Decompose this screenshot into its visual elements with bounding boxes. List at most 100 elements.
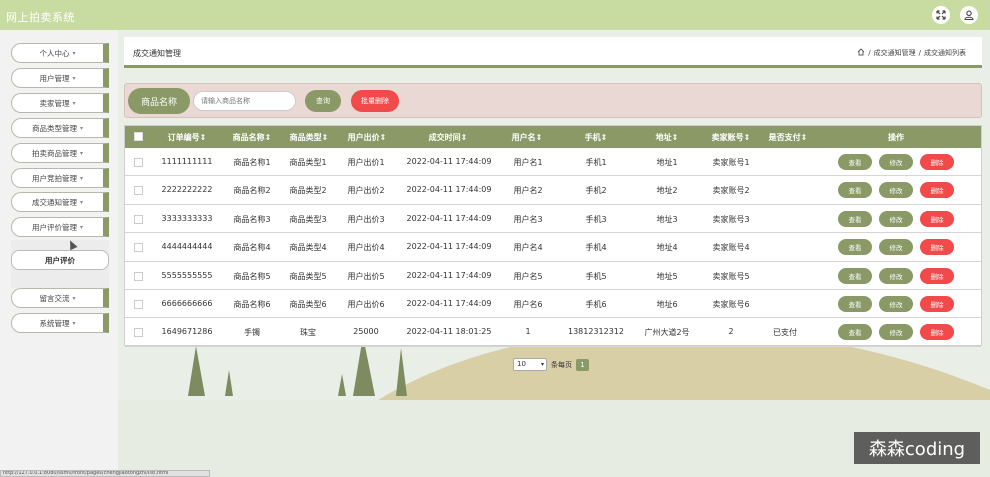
cell-phone: 手机2: [585, 186, 607, 196]
delete-button[interactable]: 删除: [920, 210, 954, 227]
row-checkbox[interactable]: [134, 186, 143, 196]
col-product-type[interactable]: 商品类型⇕: [284, 132, 334, 143]
cell-address: 地址1: [656, 158, 678, 167]
table-header: 订单编号⇕ 商品名称⇕ 商品类型⇕ 用户出价⇕ 成交时间⇕ 用户名⇕ 手机⇕ 地…: [125, 126, 981, 148]
view-button[interactable]: 查看: [838, 154, 872, 170]
cell-username: 用户名1: [513, 158, 543, 167]
chevron-down-icon: ▾: [79, 198, 83, 206]
cell-phone: 手机4: [585, 243, 607, 253]
row-checkbox[interactable]: [134, 158, 143, 167]
sidebar-item-deal-notice-management[interactable]: 成交通知管理 ▾: [11, 192, 109, 212]
view-button[interactable]: 查看: [838, 182, 872, 199]
view-button[interactable]: 查看: [838, 324, 872, 341]
cell-product-type: 珠宝: [300, 328, 316, 338]
sidebar-item-user-review-management[interactable]: 用户评价管理 ▾: [11, 217, 109, 237]
sidebar-item-user-bid-management[interactable]: 用户竞拍管理 ▾: [11, 168, 109, 188]
table-row: 1649671286 手镯 珠宝 25000 2022-04-11 18:01:25 1 1…: [125, 318, 981, 347]
row-checkbox[interactable]: [134, 300, 143, 309]
edit-button[interactable]: 修改: [879, 239, 913, 256]
sidebar: 个人中心 ▾ 用户管理 ▾ 卖家管理 ▾ 商品类型管理 ▾ 拍卖商品管理 ▾ 用户竞拍管理…: [0, 30, 118, 477]
row-checkbox[interactable]: [134, 214, 143, 224]
col-address[interactable]: 地址⇕: [647, 132, 687, 143]
edit-button[interactable]: 修改: [879, 210, 913, 227]
edit-button[interactable]: 修改: [879, 154, 913, 170]
query-button[interactable]: 查询: [305, 90, 341, 112]
col-product-name[interactable]: 商品名称⇕: [227, 132, 277, 143]
col-order-no[interactable]: 订单编号⇕: [162, 132, 212, 143]
cell-product-type: 商品类型3: [289, 214, 327, 224]
breadcrumb-level-1[interactable]: 成交通知管理: [874, 48, 916, 58]
edit-button[interactable]: 修改: [879, 296, 913, 312]
page-header: 成交通知管理 / 成交通知管理 / 成交通知列表: [124, 37, 982, 68]
edit-button[interactable]: 修改: [879, 324, 913, 341]
col-deal-time[interactable]: 成交时间⇕: [421, 132, 475, 143]
cell-product-type: 商品类型1: [289, 158, 327, 167]
sidebar-item-system-management[interactable]: 系统管理 ▾: [11, 313, 109, 333]
sidebar-item-auction-product-management[interactable]: 拍卖商品管理 ▾: [11, 143, 109, 163]
chevron-down-icon: ▾: [72, 74, 76, 82]
delete-button[interactable]: 删除: [920, 267, 954, 284]
cell-deal-time: 2022-04-11 17:44:09: [406, 185, 492, 195]
delete-button[interactable]: 删除: [920, 182, 954, 199]
cell-username: 用户名5: [513, 271, 543, 281]
col-paid[interactable]: 是否支付⇕: [762, 132, 814, 143]
select-all-checkbox[interactable]: [134, 132, 143, 141]
cell-order-no: 6666666666: [161, 299, 213, 308]
status-bar-url: http://127.0.0.1:8080/ssm0/front/pages/c…: [0, 470, 210, 477]
cell-bid: 用户出价2: [347, 186, 385, 196]
delete-button[interactable]: 删除: [920, 154, 954, 170]
cell-username: 1: [525, 327, 531, 337]
col-seller[interactable]: 卖家账号⇕: [705, 132, 757, 143]
cell-deal-time: 2022-04-11 17:44:09: [406, 270, 492, 280]
cell-bid: 用户出价5: [347, 271, 385, 281]
delete-button[interactable]: 删除: [920, 239, 954, 256]
edit-button[interactable]: 修改: [879, 182, 913, 199]
delete-button[interactable]: 删除: [920, 324, 954, 341]
sidebar-item-message-board[interactable]: 留言交流 ▾: [11, 288, 109, 308]
cell-product-name: 手镯: [244, 328, 260, 338]
cell-phone: 手机1: [585, 158, 607, 167]
view-button[interactable]: 查看: [838, 296, 872, 312]
cell-order-no: 3333333333: [161, 213, 213, 223]
user-icon[interactable]: [960, 6, 978, 24]
home-icon[interactable]: [857, 48, 865, 58]
view-button[interactable]: 查看: [838, 239, 872, 256]
fullscreen-icon[interactable]: [932, 6, 950, 24]
cell-product-type: 商品类型5: [289, 271, 327, 281]
col-bid[interactable]: 用户出价⇕: [341, 132, 393, 143]
page-1-button[interactable]: 1: [576, 358, 589, 371]
sidebar-item-product-type-management[interactable]: 商品类型管理 ▾: [11, 118, 109, 138]
breadcrumb-separator: /: [868, 49, 871, 57]
per-page-label: 条每页: [551, 360, 572, 369]
view-button[interactable]: 查看: [838, 210, 872, 227]
cell-product-name: 商品名称5: [233, 271, 271, 281]
cell-seller: 卖家账号4: [712, 243, 750, 253]
sidebar-item-label: 拍卖商品管理: [31, 148, 77, 158]
sidebar-item-label: 卖家管理: [39, 98, 70, 108]
row-checkbox[interactable]: [134, 243, 143, 253]
page-size-select[interactable]: 10 ▾: [513, 358, 547, 371]
cell-bid: 用户出价4: [347, 243, 385, 253]
cell-order-no: 1649671286: [161, 327, 213, 337]
sidebar-item-user-management[interactable]: 用户管理 ▾: [11, 68, 109, 88]
col-username[interactable]: 用户名⇕: [506, 132, 548, 143]
cell-product-name: 商品名称1: [233, 158, 271, 167]
submenu-item-user-review[interactable]: 用户评价: [11, 250, 109, 270]
delete-button[interactable]: 删除: [920, 296, 954, 312]
sidebar-item-seller-management[interactable]: 卖家管理 ▾: [11, 93, 109, 113]
sidebar-item-personal-center[interactable]: 个人中心 ▾: [11, 43, 109, 63]
chevron-down-icon: ▾: [72, 319, 76, 327]
col-phone[interactable]: 手机⇕: [576, 132, 616, 143]
row-checkbox[interactable]: [134, 328, 143, 338]
cell-seller: 卖家账号3: [712, 214, 750, 224]
chevron-down-icon: ▾: [79, 149, 83, 157]
cell-address: 地址5: [656, 271, 678, 281]
cell-address: 地址3: [656, 214, 678, 224]
row-checkbox[interactable]: [134, 271, 143, 281]
batch-delete-button[interactable]: 批量删除: [351, 90, 399, 112]
search-input[interactable]: [193, 91, 296, 111]
view-button[interactable]: 查看: [838, 267, 872, 284]
edit-button[interactable]: 修改: [879, 267, 913, 284]
table-row: 6666666666 商品名称6 商品类型6 用户出价6 2022-04-11 17:4…: [125, 290, 981, 319]
cell-paid: 已支付: [773, 328, 797, 338]
